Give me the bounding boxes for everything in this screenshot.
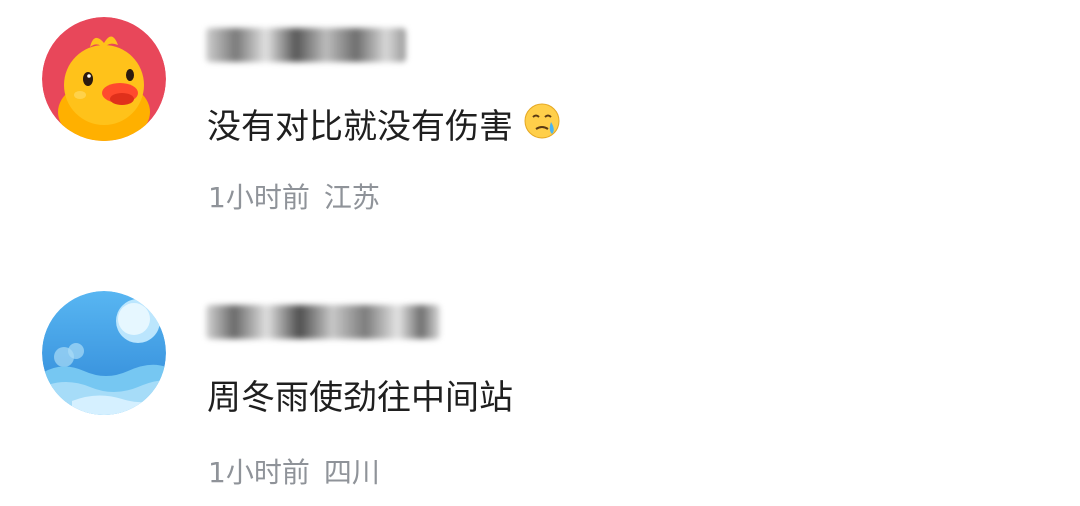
comment-item: 没有对比就没有伤害 1小时前 江苏 xyxy=(0,0,1080,253)
comment-time: 1小时前 xyxy=(208,181,310,214)
duck-avatar-icon xyxy=(42,17,166,141)
comment-location: 四川 xyxy=(323,456,380,489)
comment-text-content: 周冬雨使劲往中间站 xyxy=(207,378,513,418)
comment-location: 江苏 xyxy=(323,181,380,214)
landscape-avatar-icon xyxy=(42,291,166,415)
comment-text-content: 没有对比就没有伤害 xyxy=(207,107,513,147)
comment-text: 周冬雨使劲往中间站 xyxy=(207,378,513,418)
comment-text: 没有对比就没有伤害 xyxy=(207,102,561,152)
comment-meta: 1小时前 四川 xyxy=(208,456,380,490)
username-blurred[interactable] xyxy=(206,305,440,339)
crying-face-emoji-icon xyxy=(523,102,561,149)
avatar[interactable] xyxy=(42,17,166,141)
comment-time: 1小时前 xyxy=(208,456,310,489)
comment-meta: 1小时前 江苏 xyxy=(208,181,380,215)
username-blurred[interactable] xyxy=(206,28,406,62)
avatar[interactable] xyxy=(42,291,166,415)
comment-item: 周冬雨使劲往中间站 1小时前 四川 xyxy=(0,253,1080,506)
